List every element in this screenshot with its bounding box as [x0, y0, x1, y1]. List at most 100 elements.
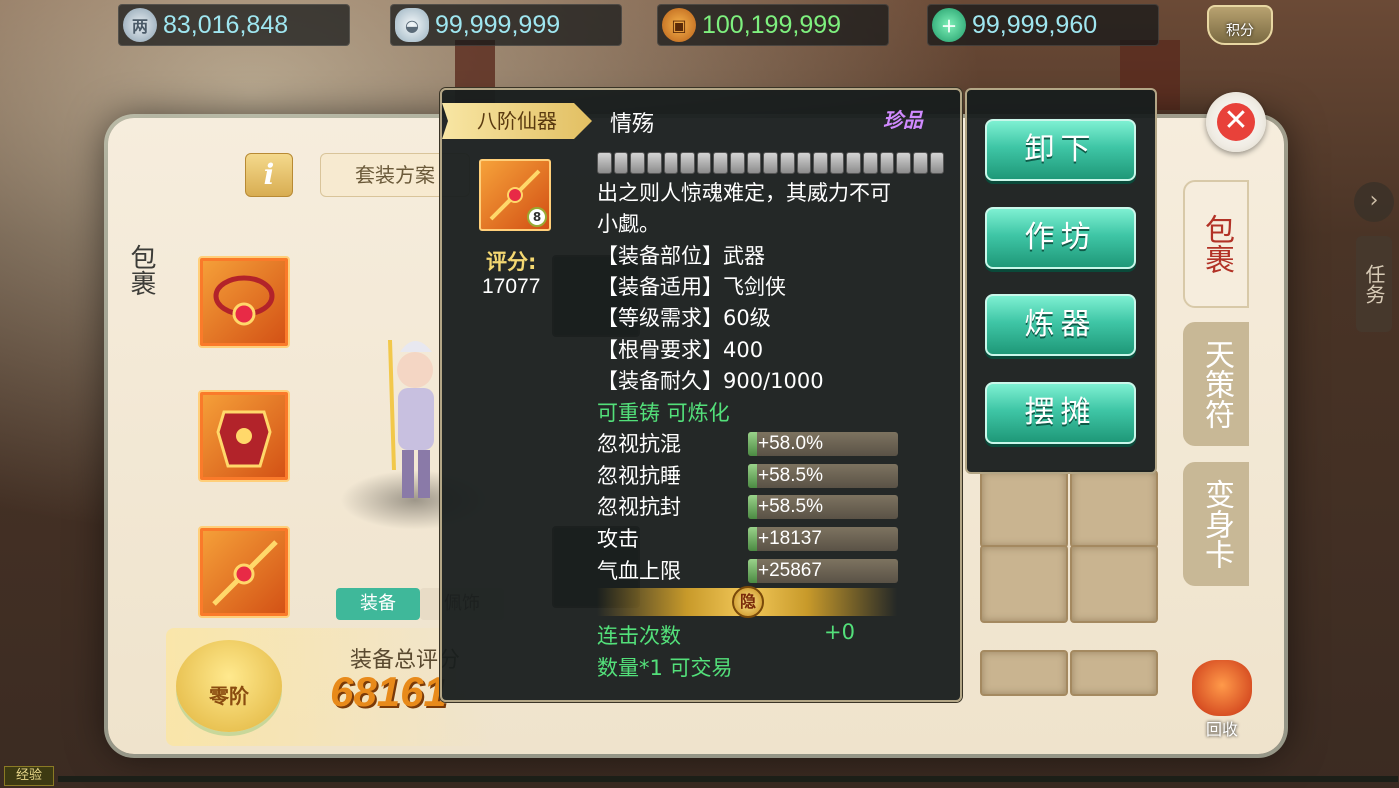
item-level-badge: 8: [527, 207, 547, 227]
points-button[interactable]: 积分: [1207, 5, 1273, 45]
copper-coin-icon: ▣: [662, 8, 696, 42]
gem-slot: [663, 152, 679, 174]
unequip-button[interactable]: 卸下: [985, 119, 1136, 181]
jade-plus-icon: ＋: [932, 8, 966, 42]
recycle-bag-icon: [1192, 660, 1252, 716]
inventory-title: 包裹: [126, 244, 156, 296]
attr-name: 攻击: [597, 527, 639, 551]
gem-slot: [730, 152, 745, 174]
attr-name: 忽视抗封: [597, 495, 681, 519]
bag-slot[interactable]: [1070, 470, 1158, 548]
gem-slot: [597, 152, 612, 174]
currency-bar: 两 83,016,848 ◒ 99,999,999 ▣ 100,199,999 …: [0, 0, 1399, 52]
gem-slot: [829, 152, 845, 174]
task-button[interactable]: 任务: [1356, 236, 1392, 332]
gem-slot: [813, 152, 828, 174]
game-scene: 两 83,016,848 ◒ 99,999,999 ▣ 100,199,999 …: [0, 0, 1399, 788]
sword-icon: [212, 540, 278, 606]
stage-label: 零阶: [209, 684, 249, 708]
currency-value: 100,199,999: [702, 10, 842, 39]
stat-req-line: 【根骨要求】400: [597, 338, 764, 362]
equip-slot-necklace[interactable]: [198, 256, 290, 348]
info-button[interactable]: i: [245, 153, 293, 197]
attr-bar: +58.0%: [748, 432, 898, 456]
gem-slot: [879, 152, 895, 174]
sidetab-transform-card[interactable]: 变身卡: [1183, 462, 1249, 586]
attr-value: +18137: [758, 528, 822, 549]
gem-slot: [796, 152, 812, 174]
stall-button[interactable]: 摆摊: [985, 382, 1136, 444]
attr-bar-fill: [748, 559, 757, 583]
points-label: 积分: [1226, 23, 1254, 39]
item-score-value: 17077: [482, 275, 541, 298]
hide-toggle-button[interactable]: 隐: [732, 586, 764, 618]
sidetab-tiance[interactable]: 天策符: [1183, 322, 1249, 446]
attr-bar-fill: [748, 464, 757, 488]
armor-icon: [216, 410, 272, 468]
attr-bar-fill: [748, 495, 757, 519]
currency-silver[interactable]: 两 83,016,848: [118, 4, 350, 46]
rarity-badge: 珍品: [883, 108, 923, 132]
gem-slot: [929, 152, 945, 174]
currency-value: 83,016,848: [163, 10, 289, 39]
item-score-label: 评分:: [486, 250, 537, 274]
attr-name: 忽视抗混: [597, 432, 681, 456]
bag-slot[interactable]: [980, 470, 1068, 548]
level-req-line: 【等级需求】60级: [597, 306, 771, 330]
item-tier-badge: 八阶仙器: [442, 103, 592, 139]
gem-slot-bar: [597, 152, 945, 174]
combo-label: 连击次数: [597, 624, 681, 648]
attr-bar-fill: [748, 432, 757, 456]
gem-slot: [646, 152, 662, 174]
chevron-right-icon[interactable]: ›: [1354, 182, 1394, 222]
silver-coin-icon: 两: [123, 8, 157, 42]
exp-bar: [58, 776, 1398, 782]
item-name: 情殇: [610, 112, 655, 137]
equip-class-line: 【装备适用】飞剑侠: [597, 275, 786, 299]
close-button[interactable]: ✕: [1206, 92, 1266, 152]
refine-button[interactable]: 炼器: [985, 294, 1136, 356]
total-score-value: 68161: [330, 668, 447, 715]
gem-slot: [846, 152, 861, 174]
combo-value: +0: [824, 620, 855, 644]
attr-value: +58.5%: [758, 465, 823, 486]
bag-slot[interactable]: [1070, 545, 1158, 623]
gem-slot: [863, 152, 878, 174]
tab-equipment[interactable]: 装备: [336, 588, 420, 620]
currency-value: 99,999,999: [435, 10, 561, 39]
exp-label: 经验: [4, 766, 54, 786]
item-icon: 8: [479, 159, 551, 231]
gem-slot: [713, 152, 728, 174]
attr-bar-fill: [748, 527, 757, 551]
equip-slot-armor[interactable]: [198, 390, 290, 482]
attr-bar: +18137: [748, 527, 898, 551]
currency-copper[interactable]: ▣ 100,199,999: [657, 4, 889, 46]
attr-value: +25867: [758, 560, 822, 581]
workshop-button[interactable]: 作坊: [985, 207, 1136, 269]
attr-value: +58.5%: [758, 496, 823, 517]
recycle-label: 回收: [1205, 720, 1238, 739]
silver-ingot-icon: ◒: [395, 8, 429, 42]
attr-name: 气血上限: [597, 559, 681, 583]
bag-slot[interactable]: [980, 650, 1068, 696]
bag-slot[interactable]: [1070, 650, 1158, 696]
necklace-icon: [213, 275, 275, 326]
currency-ingot[interactable]: ◒ 99,999,999: [390, 4, 622, 46]
gem-slot: [896, 152, 911, 174]
attr-name: 忽视抗睡: [597, 464, 681, 488]
sidetab-bag[interactable]: 包裹: [1183, 180, 1249, 308]
recycle-button[interactable]: 回收: [1190, 660, 1254, 739]
equip-slot-line: 【装备部位】武器: [597, 244, 765, 268]
gem-slot: [746, 152, 762, 174]
gem-slot: [912, 152, 928, 174]
close-icon: ✕: [1217, 103, 1255, 141]
gem-slot: [779, 152, 795, 174]
gem-slot: [680, 152, 695, 174]
gem-slot: [696, 152, 712, 174]
bag-slot[interactable]: [980, 545, 1068, 623]
durability-line: 【装备耐久】900/1000: [597, 369, 824, 393]
attr-bar: +25867: [748, 559, 898, 583]
equip-slot-weapon[interactable]: [198, 526, 290, 618]
item-description: 小觑。: [597, 212, 660, 236]
currency-jade[interactable]: ＋ 99,999,960: [927, 4, 1159, 46]
